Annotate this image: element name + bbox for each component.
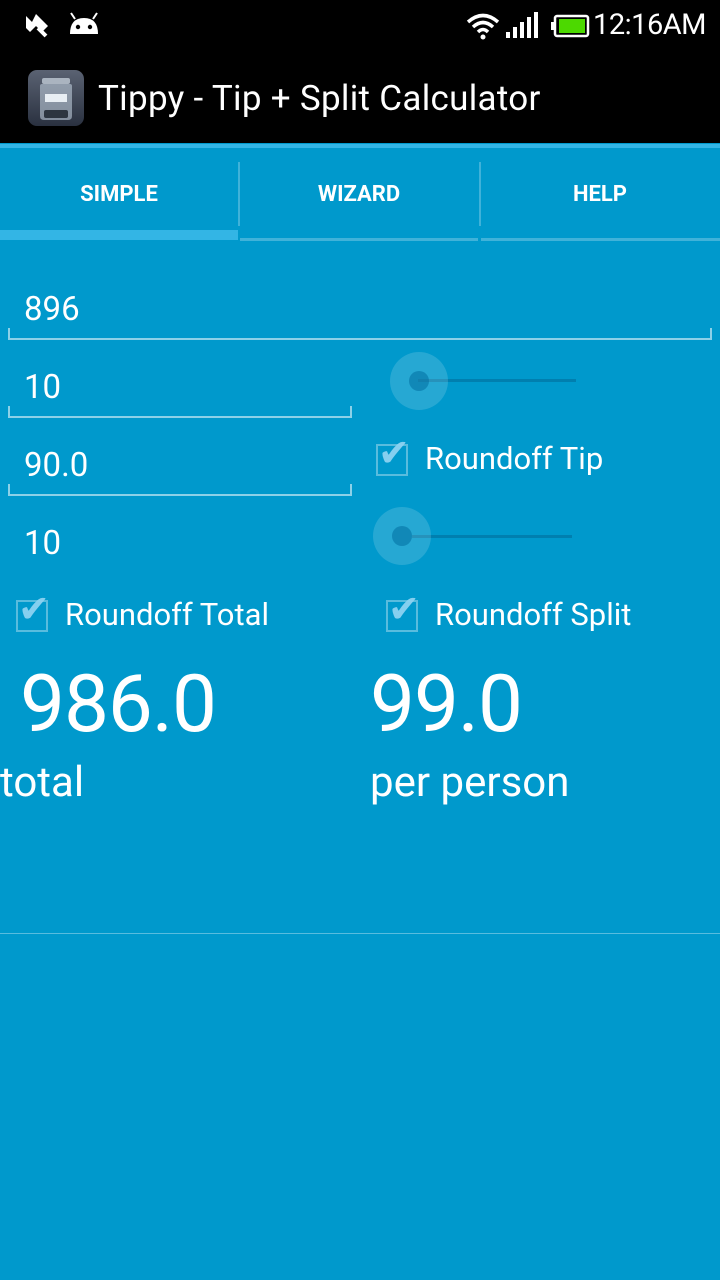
per-person-value: 99.0: [370, 657, 523, 751]
roundoff-split-check-icon: ✔: [388, 587, 420, 631]
battery-icon: [551, 14, 590, 38]
tips-jar-icon: [28, 70, 84, 126]
bill-amount-underline: [8, 328, 712, 340]
roundoff-split-label: Roundoff Split: [435, 596, 632, 633]
bill-amount-field[interactable]: 896: [8, 284, 712, 342]
tip-percent-field[interactable]: 10: [8, 362, 352, 420]
tip-percent-slider[interactable]: [388, 350, 588, 412]
split-slider-thumb[interactable]: [373, 507, 431, 565]
usb-debug-icon: [26, 14, 48, 38]
per-person-caption: per person: [370, 758, 570, 807]
wifi-icon: [466, 13, 500, 40]
tab-simple-label: SIMPLE: [80, 181, 158, 207]
tip-amount-value: 90.0: [24, 446, 89, 485]
tip-percent-underline: [8, 406, 352, 418]
total-value: 986.0: [20, 657, 217, 751]
android-icon: [70, 12, 98, 34]
bill-amount-value: 896: [24, 290, 80, 329]
tab-wizard-underline: [240, 238, 478, 241]
tab-wizard-label: WIZARD: [317, 181, 401, 207]
tab-help-underline: [481, 238, 720, 241]
tip-amount-underline: [8, 484, 352, 496]
roundoff-total-check-icon: ✔: [18, 587, 50, 631]
total-caption: total: [0, 758, 85, 807]
tab-simple[interactable]: SIMPLE: [0, 148, 238, 240]
roundoff-split-checkbox[interactable]: ✔ Roundoff Split: [384, 587, 704, 638]
split-slider-thumb-dot: [392, 526, 412, 546]
roundoff-total-checkbox[interactable]: ✔ Roundoff Total: [14, 587, 334, 638]
split-count-slider[interactable]: [372, 506, 582, 568]
roundoff-total-label: Roundoff Total: [65, 596, 270, 633]
roundoff-tip-label: Roundoff Tip: [425, 440, 604, 477]
status-time: 12:16AM: [593, 8, 706, 42]
split-slider-track: [412, 535, 572, 538]
tip-percent-value: 10: [24, 368, 62, 407]
tab-wizard[interactable]: WIZARD: [240, 148, 478, 240]
signal-icon: [506, 12, 538, 38]
tip-slider-thumb-dot: [409, 371, 429, 391]
tab-selected-indicator: [0, 230, 238, 240]
tab-help-label: HELP: [573, 181, 627, 207]
content-divider: [0, 933, 720, 934]
roundoff-tip-checkbox[interactable]: ✔ Roundoff Tip: [374, 431, 674, 482]
app-title: Tippy - Tip + Split Calculator: [98, 78, 541, 119]
roundoff-tip-check-icon: ✔: [378, 431, 410, 475]
split-count-value: 10: [24, 524, 62, 563]
tab-help[interactable]: HELP: [481, 148, 719, 240]
tip-slider-thumb[interactable]: [390, 352, 448, 410]
tip-amount-field[interactable]: 90.0: [8, 440, 352, 498]
